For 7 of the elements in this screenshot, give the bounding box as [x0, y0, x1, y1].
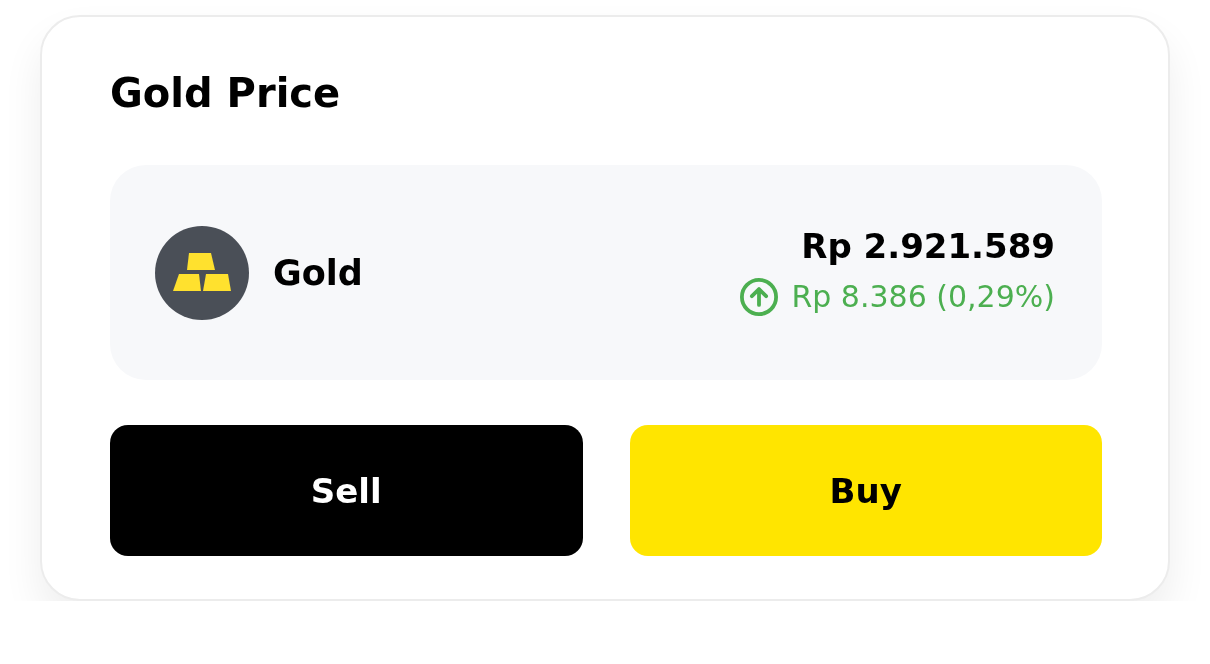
- sell-button[interactable]: Sell: [110, 425, 583, 556]
- card-title: Gold Price: [110, 69, 341, 117]
- ingot-stack-icon: [155, 225, 249, 320]
- asset-name: Gold: [273, 252, 363, 293]
- buy-button[interactable]: Buy: [629, 425, 1102, 556]
- asset-price: Rp 2.921.589: [801, 224, 1055, 268]
- price-change: Rp 8.386 (0,29%): [791, 277, 1055, 316]
